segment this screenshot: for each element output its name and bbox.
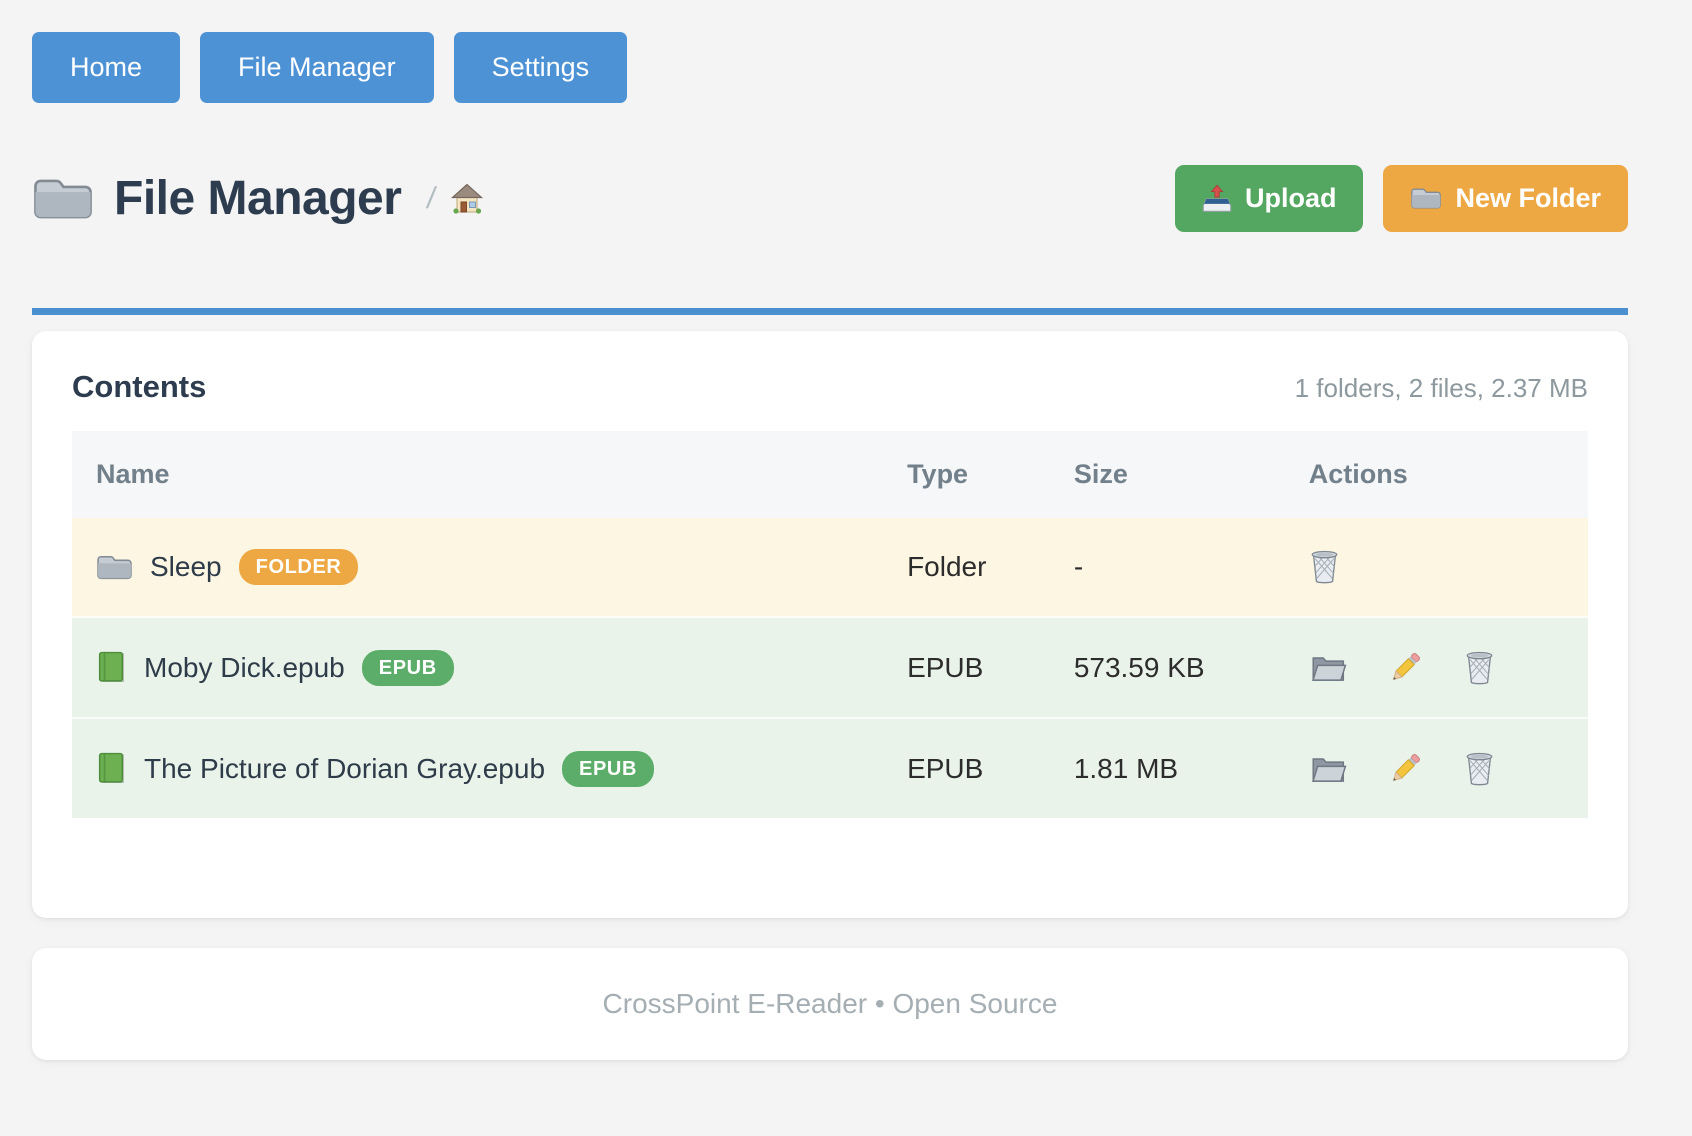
column-header-actions: Actions	[1285, 431, 1588, 518]
nav-settings-button[interactable]: Settings	[454, 32, 628, 103]
contents-card-header: Contents 1 folders, 2 files, 2.37 MB	[72, 369, 1588, 405]
actions-cell	[1309, 649, 1564, 686]
table-row-moby-dick: Moby Dick.epub EPUB EPUB 573.59 KB	[72, 617, 1588, 718]
actions-cell	[1309, 549, 1564, 585]
file-table: Name Type Size Actions	[72, 431, 1588, 818]
size-cell: 573.59 KB	[1050, 617, 1285, 718]
file-name: Moby Dick.epub	[144, 652, 345, 684]
page-title: File Manager	[32, 171, 401, 226]
column-header-type: Type	[883, 431, 1050, 518]
edit-button[interactable]	[1387, 750, 1424, 787]
upload-button[interactable]: Upload	[1175, 165, 1364, 232]
upload-button-label: Upload	[1245, 185, 1337, 212]
type-cell: EPUB	[883, 718, 1050, 818]
breadcrumb-home-link[interactable]	[450, 183, 484, 215]
open-button[interactable]	[1309, 753, 1347, 785]
folder-icon	[96, 552, 133, 583]
breadcrumb: /	[427, 182, 483, 216]
folder-name-link[interactable]: Sleep	[150, 551, 222, 583]
epub-badge: EPUB	[562, 751, 654, 787]
home-icon	[450, 183, 484, 215]
delete-icon	[1309, 549, 1340, 585]
column-header-size: Size	[1050, 431, 1285, 518]
new-folder-button[interactable]: New Folder	[1383, 165, 1628, 232]
contents-heading: Contents	[72, 369, 206, 405]
page-title-text: File Manager	[114, 171, 401, 226]
delete-button[interactable]	[1464, 751, 1495, 787]
title-divider	[32, 308, 1628, 315]
page-header: File Manager /	[32, 165, 1628, 232]
file-name: The Picture of Dorian Gray.epub	[144, 753, 545, 785]
footer-card: CrossPoint E-Reader • Open Source	[32, 948, 1628, 1060]
new-folder-icon	[1410, 185, 1442, 212]
delete-button[interactable]	[1309, 549, 1340, 585]
table-header-row: Name Type Size Actions	[72, 431, 1588, 518]
type-cell: Folder	[883, 518, 1050, 617]
name-cell: Sleep FOLDER	[96, 549, 859, 585]
type-cell: EPUB	[883, 617, 1050, 718]
nav-file-manager-button[interactable]: File Manager	[200, 32, 434, 103]
table-row-folder-sleep: Sleep FOLDER Folder -	[72, 518, 1588, 617]
file-manager-icon	[32, 173, 94, 225]
contents-stats: 1 folders, 2 files, 2.37 MB	[1295, 373, 1588, 404]
new-folder-button-label: New Folder	[1455, 185, 1601, 212]
epub-book-icon	[96, 651, 127, 684]
contents-card: Contents 1 folders, 2 files, 2.37 MB Nam…	[32, 331, 1628, 918]
delete-icon	[1464, 650, 1495, 686]
footer-text: CrossPoint E-Reader • Open Source	[603, 988, 1058, 1019]
actions-cell	[1309, 750, 1564, 787]
folder-badge: FOLDER	[239, 549, 359, 585]
edit-icon	[1387, 750, 1424, 787]
column-header-name: Name	[72, 431, 883, 518]
open-folder-icon	[1309, 753, 1347, 785]
table-row-dorian-gray: The Picture of Dorian Gray.epub EPUB EPU…	[72, 718, 1588, 818]
breadcrumb-separator: /	[425, 182, 438, 216]
name-cell: The Picture of Dorian Gray.epub EPUB	[96, 751, 859, 787]
size-cell: -	[1050, 518, 1285, 617]
top-nav: Home File Manager Settings	[32, 0, 1628, 103]
edit-button[interactable]	[1387, 649, 1424, 686]
upload-icon	[1202, 184, 1232, 213]
size-cell: 1.81 MB	[1050, 718, 1285, 818]
name-cell: Moby Dick.epub EPUB	[96, 650, 859, 686]
delete-icon	[1464, 751, 1495, 787]
epub-badge: EPUB	[362, 650, 454, 686]
header-actions: Upload New Folder	[1175, 165, 1628, 232]
open-button[interactable]	[1309, 652, 1347, 684]
nav-home-button[interactable]: Home	[32, 32, 180, 103]
edit-icon	[1387, 649, 1424, 686]
delete-button[interactable]	[1464, 650, 1495, 686]
open-folder-icon	[1309, 652, 1347, 684]
epub-book-icon	[96, 752, 127, 785]
page-container: Home File Manager Settings File Manager …	[32, 0, 1628, 1060]
